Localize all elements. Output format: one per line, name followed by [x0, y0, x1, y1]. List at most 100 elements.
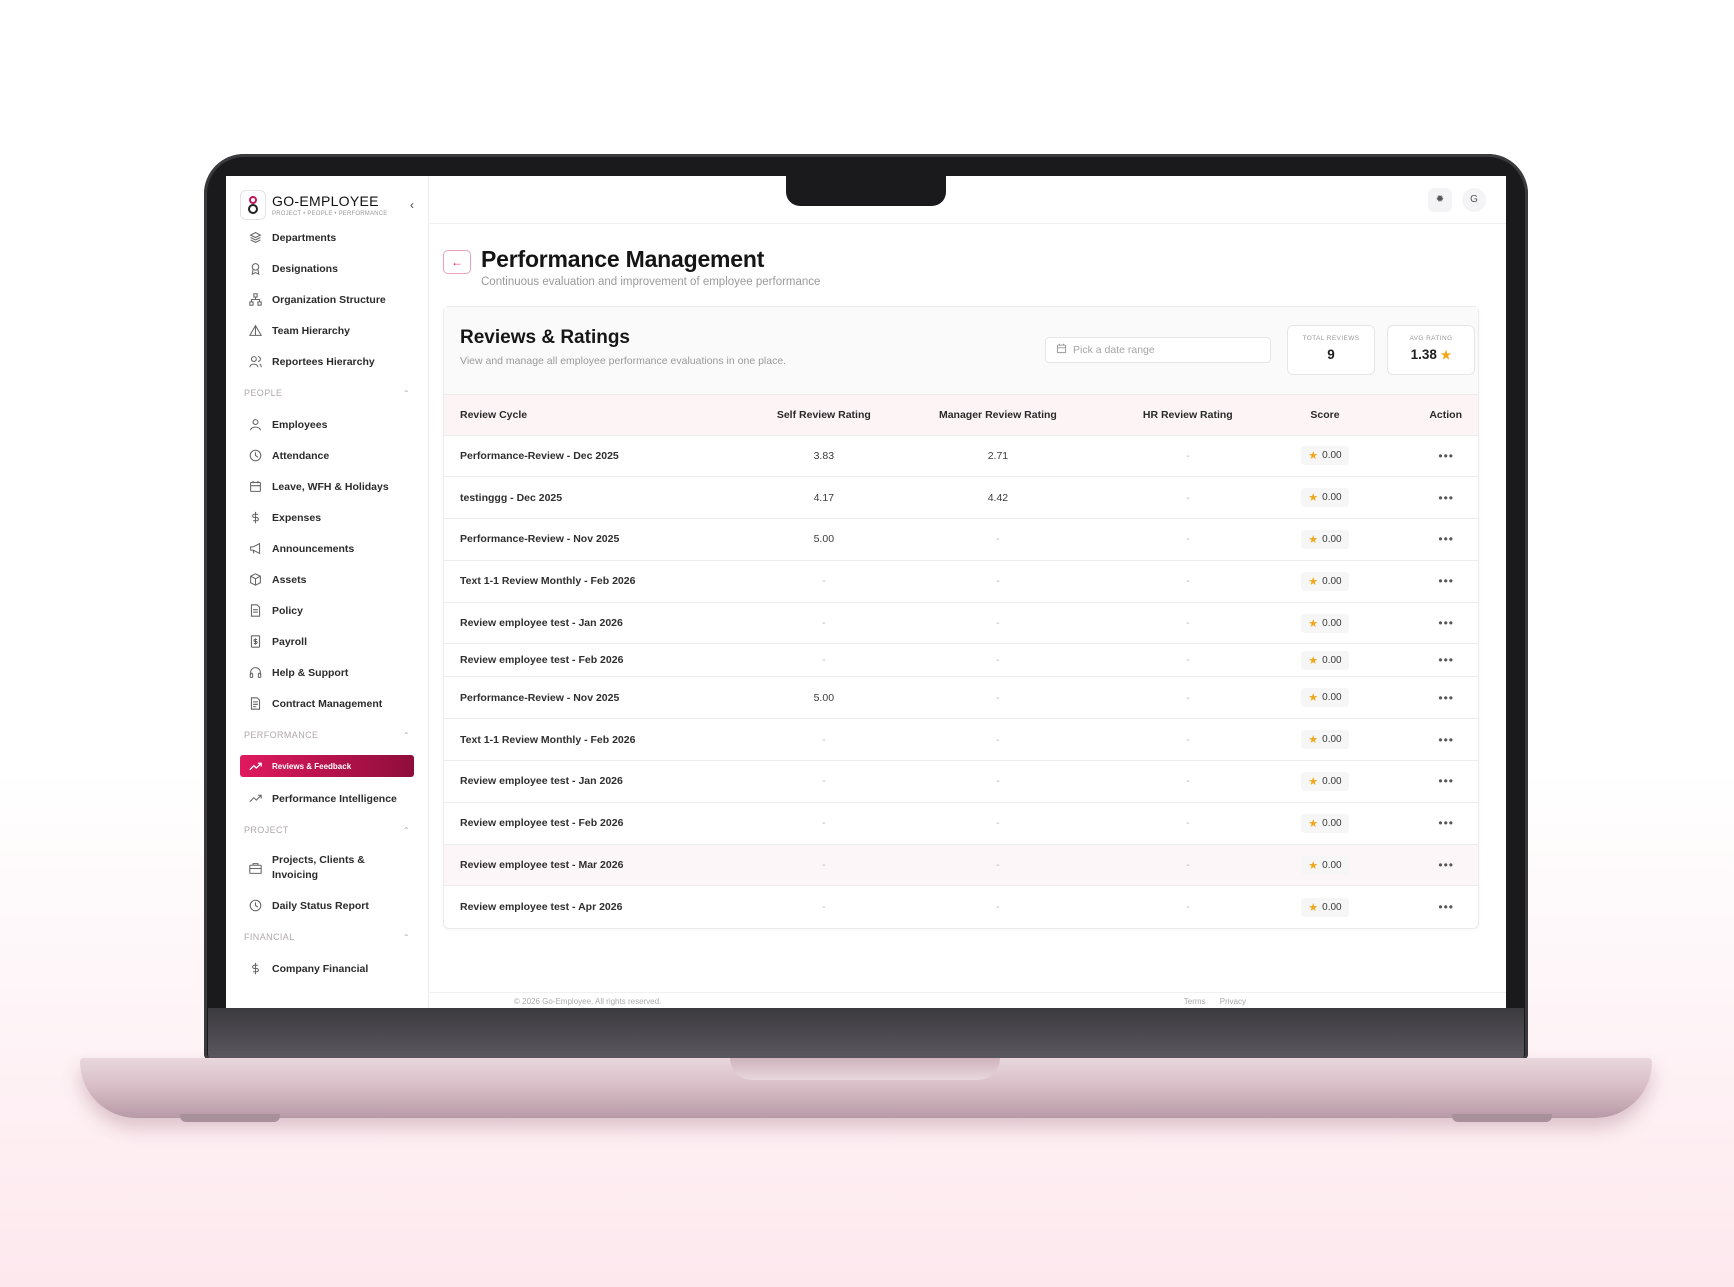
more-actions-icon[interactable]: ••• [1438, 574, 1454, 588]
sidebar-item-employees[interactable]: Employees [240, 409, 414, 440]
dollar-icon [248, 962, 262, 976]
table-row[interactable]: Text 1-1 Review Monthly - Feb 2026 - - - ★ 0.… [444, 718, 1478, 761]
score-cell: ★ 0.00 [1267, 761, 1383, 803]
page-title: Performance Management [481, 246, 765, 272]
column-header[interactable]: Manager Review Rating [887, 395, 1109, 435]
more-actions-icon[interactable]: ••• [1438, 900, 1454, 914]
self-rating-cell: - [822, 859, 826, 872]
more-actions-icon[interactable]: ••• [1438, 691, 1454, 705]
score-value: 0.00 [1322, 654, 1342, 666]
section-people-header[interactable]: PEOPLE ⌃ [240, 377, 414, 409]
theme-toggle-button[interactable]: ✹ [1428, 187, 1452, 212]
more-actions-icon[interactable]: ••• [1438, 449, 1454, 463]
sidebar-item-departments[interactable]: Departments [240, 222, 414, 253]
page-header: ← Performance Management Continuous eval… [429, 224, 1506, 288]
column-header[interactable]: HR Review Rating [1109, 395, 1267, 435]
card-header: Reviews & Ratings View and manage all em… [444, 307, 1478, 395]
table-row[interactable]: testinggg - Dec 2025 4.17 4.42 - ★ 0.00 ••• [444, 476, 1478, 519]
table-row[interactable]: Performance-Review - Nov 2025 5.00 - - ★ 0.00… [444, 518, 1478, 561]
table-row[interactable]: Review employee test - Feb 2026 - - - ★ 0.00 •… [444, 802, 1478, 844]
section-financial-header[interactable]: FINANCIAL ⌃ [240, 921, 414, 953]
sidebar-item-contract-management[interactable]: Contract Management [240, 688, 414, 719]
users-icon [248, 355, 262, 369]
more-actions-icon[interactable]: ••• [1438, 858, 1454, 872]
section-performance-header[interactable]: PERFORMANCE ⌃ [240, 719, 414, 751]
column-header[interactable]: Self Review Rating [761, 395, 888, 435]
sidebar-item-label: Projects, Clients & Invoicing [272, 854, 365, 881]
sidebar-item-label: Designations [272, 262, 338, 275]
action-cell: ••• [1383, 886, 1478, 928]
collapse-sidebar-button[interactable]: ‹ [410, 198, 414, 212]
section-project-header[interactable]: PROJECT ⌃ [240, 814, 414, 846]
sidebar-item-help-support[interactable]: Help & Support [240, 657, 414, 688]
sidebar-item-label: Assets [272, 573, 307, 586]
sidebar-item-announcements[interactable]: Announcements [240, 533, 414, 564]
column-header[interactable]: Review Cycle [444, 395, 761, 435]
table-row[interactable]: Performance-Review - Dec 2025 3.83 2.71 - ★ 0… [444, 435, 1478, 477]
sidebar-performance-group: Reviews & Feedback Performance Intellige… [240, 755, 414, 814]
table-row[interactable]: Text 1-1 Review Monthly - Feb 2026 - - - ★ 0.… [444, 560, 1478, 602]
sidebar-project-group: Projects, Clients & Invoicing Daily Statu… [240, 846, 414, 921]
footer: © 2026 Go-Employee. All rights reserved.… [429, 992, 1506, 1008]
manager-rating-cell: - [996, 575, 1000, 588]
more-actions-icon[interactable]: ••• [1438, 816, 1454, 830]
hr-rating-cell: - [1186, 859, 1190, 872]
score-value: 0.00 [1322, 859, 1342, 871]
table-row[interactable]: Review employee test - Apr 2026 - - - ★ 0.00 •… [444, 885, 1478, 928]
sidebar-item-policy[interactable]: Policy [240, 595, 414, 626]
more-actions-icon[interactable]: ••• [1438, 491, 1454, 505]
more-actions-icon[interactable]: ••• [1438, 532, 1454, 546]
sidebar-item-attendance[interactable]: Attendance [240, 440, 414, 471]
table-row[interactable]: Review employee test - Mar 2026 - - - ★ 0.00 •… [444, 844, 1478, 886]
table-row[interactable]: Review employee test - Jan 2026 - - - ★ 0.00 •… [444, 760, 1478, 803]
copyright: © 2026 Go-Employee. All rights reserved. [514, 997, 662, 1006]
sidebar-item-label: Announcements [272, 542, 355, 555]
sidebar-item-leave-wfh-holidays[interactable]: Leave, WFH & Holidays [240, 471, 414, 502]
sidebar-item-company-financial[interactable]: Company Financial [240, 953, 414, 984]
self-rating-cell: - [822, 733, 826, 746]
sidebar-top-group: Departments Designations Organization St… [240, 222, 414, 377]
terms-link[interactable]: Terms [1184, 997, 1206, 1006]
sidebar-item-team-hierarchy[interactable]: Team Hierarchy [240, 315, 414, 346]
table-row[interactable]: Review employee test - Feb 2026 - - - ★ 0.00 •… [444, 643, 1478, 677]
review-cycle-cell: Review employee test - Mar 2026 [460, 859, 624, 872]
column-header[interactable]: Score [1267, 395, 1383, 435]
more-actions-icon[interactable]: ••• [1438, 733, 1454, 747]
sidebar-item-designations[interactable]: Designations [240, 253, 414, 284]
sidebar-item-projects-clients-invoicing[interactable]: Projects, Clients & Invoicing [240, 846, 414, 890]
sidebar-item-label: Reviews & Feedback [272, 761, 352, 771]
chevron-up-icon: ⌃ [402, 388, 410, 398]
receipt-icon [248, 635, 262, 649]
sidebar-item-payroll[interactable]: Payroll [240, 626, 414, 657]
sidebar-item-label: Organization Structure [272, 293, 386, 306]
column-header[interactable]: Action [1383, 395, 1478, 435]
privacy-link[interactable]: Privacy [1220, 997, 1246, 1006]
chevron-up-icon: ⌃ [402, 932, 410, 942]
sidebar-item-performance-intelligence[interactable]: Performance Intelligence [240, 783, 414, 814]
sidebar-item-reportees-hierarchy[interactable]: Reportees Hierarchy [240, 346, 414, 377]
review-cycle-cell: Review employee test - Jan 2026 [460, 775, 623, 788]
date-range-picker[interactable]: Pick a date range [1045, 337, 1271, 363]
review-cycle-cell: Review employee test - Jan 2026 [460, 617, 623, 630]
sidebar-item-assets[interactable]: Assets [240, 564, 414, 595]
hr-rating-cell: - [1186, 491, 1190, 504]
avatar[interactable]: G [1462, 187, 1486, 212]
sidebar-people-group: Employees Attendance Leave, WFH & Holida… [240, 409, 414, 719]
table-row[interactable]: Review employee test - Jan 2026 - - - ★ 0.00 •… [444, 602, 1478, 644]
more-actions-icon[interactable]: ••• [1438, 653, 1454, 667]
table-row[interactable]: Performance-Review - Nov 2025 5.00 - - ★ 0.00… [444, 676, 1478, 719]
manager-rating-cell: - [996, 691, 1000, 704]
sidebar-item-daily-status-report[interactable]: Daily Status Report [240, 890, 414, 921]
clock-icon [248, 899, 262, 913]
sidebar-item-reviews-feedback[interactable]: Reviews & Feedback [240, 755, 414, 777]
sidebar-item-expenses[interactable]: Expenses [240, 502, 414, 533]
brand-tagline: PROJECT • PEOPLE • PERFORMANCE [272, 211, 388, 217]
section-label: PERFORMANCE [244, 730, 319, 740]
more-actions-icon[interactable]: ••• [1438, 616, 1454, 630]
back-button[interactable]: ← [443, 250, 471, 274]
sidebar-item-organization-structure[interactable]: Organization Structure [240, 284, 414, 315]
score-value: 0.00 [1322, 450, 1342, 462]
self-rating-cell: - [822, 901, 826, 914]
more-actions-icon[interactable]: ••• [1438, 774, 1454, 788]
brand: GO-EMPLOYEE PROJECT • PEOPLE • PERFORMAN… [240, 188, 414, 222]
